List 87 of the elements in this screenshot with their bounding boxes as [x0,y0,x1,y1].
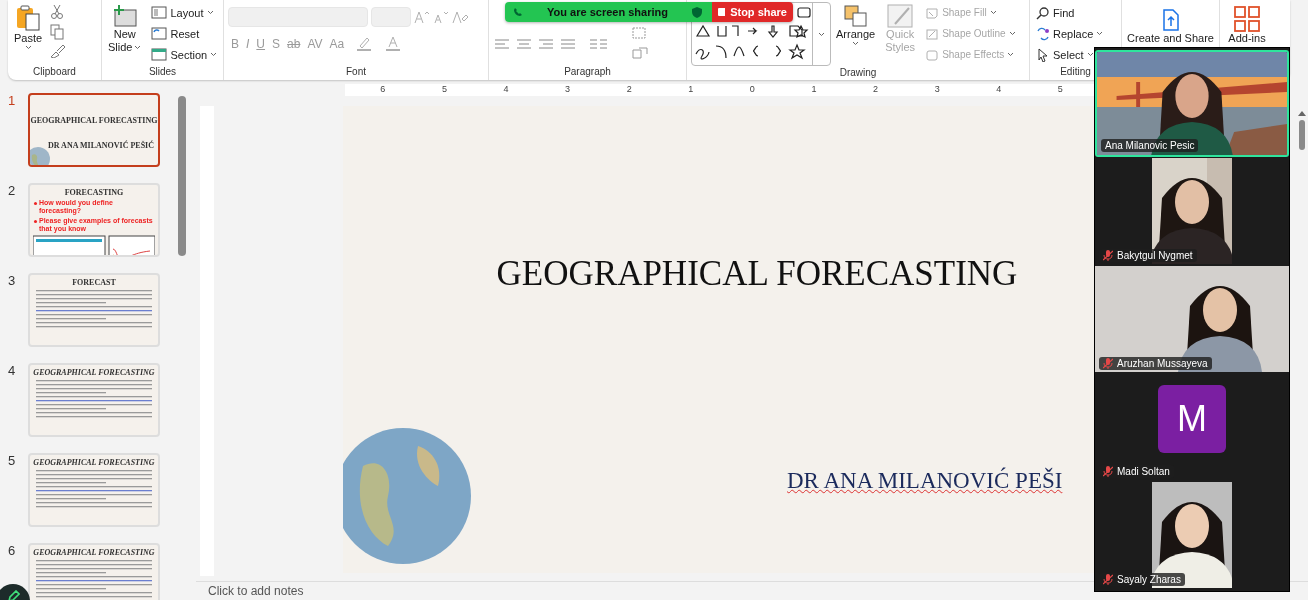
slide-thumbnail[interactable]: GEOGRAPHICAL FORECASTING [28,543,160,600]
slide-number: 5 [8,453,17,468]
layout-icon [151,5,168,20]
video-tile[interactable]: M Madi Soltan [1095,374,1289,481]
participant-name-tag: Ana Milanovic Pesic [1101,139,1199,152]
slide-thumbnail[interactable]: GEOGRAPHICAL FORECASTING [28,363,160,437]
phone-icon [513,7,523,17]
caret-icon [206,10,214,15]
shield-icon [692,6,702,18]
caret-icon [989,10,997,15]
stop-share-button[interactable]: Stop share [712,2,793,22]
caret-icon [1096,31,1104,36]
thumbnail-title: GEOGRAPHICAL FORECASTING [33,458,155,467]
search-icon [1036,5,1050,20]
slide-thumbnail[interactable]: GEOGRAPHICAL FORECASTING DR ANA MILANOVIĆ PEŠIĆ [28,93,160,167]
group-label: Editing [1059,65,1092,79]
slide-number: 6 [8,543,17,558]
arrange-button[interactable]: Arrange [834,2,878,48]
clear-format-icon[interactable] [452,10,468,24]
slides-menu-button[interactable]: Reset [149,23,220,44]
avatar: M [1158,385,1226,453]
caret-icon [210,52,218,57]
editing-button[interactable]: Replace [1034,23,1106,44]
copy-icon[interactable] [50,24,65,40]
slides-menu-button[interactable]: Layout [149,2,220,23]
slide-title: GEOGRAPHICAL FORECASTING [496,254,1018,294]
group-label: Paragraph [563,65,612,79]
reset-icon [151,26,168,41]
video-tile[interactable]: Aruzhan Mussayeva [1095,266,1289,373]
slides-menu-button[interactable]: Section [149,44,220,65]
caret-icon [852,41,860,46]
brush-icon [887,4,914,28]
video-tile[interactable]: Ana Milanovic Pesic [1095,50,1289,157]
square-icon [925,47,940,62]
scroll-up-icon[interactable] [1298,110,1306,116]
thumbnail-title: FORECAST [72,278,116,287]
scissors-icon[interactable] [50,4,65,20]
thumbnail-title: FORECASTING [64,188,124,197]
clipboard-icon [15,4,42,32]
more-icon [818,31,825,37]
slide-thumbnail[interactable]: GEOGRAPHICAL FORECASTING [28,453,160,527]
text-box-icon[interactable] [631,26,649,40]
sharing-message: You are screen sharing [547,6,668,18]
caret-icon [1086,52,1094,57]
slide-thumbnail[interactable]: FORECAST [28,273,160,347]
slide-number: 3 [8,273,17,288]
create-share-button[interactable]: Create and Share [1126,2,1215,47]
slide-number: 2 [8,183,17,198]
smartart-icon[interactable] [631,46,649,60]
editing-button[interactable]: Find [1034,2,1106,23]
thumbnail-title: GEOGRAPHICAL FORECASTING [33,548,155,557]
scrollbar-thumb[interactable] [1299,120,1305,150]
brush-icon[interactable] [50,44,67,58]
bullet-icon [34,220,37,223]
caret-icon [1007,52,1015,57]
add-ins-button[interactable]: Add-ins [1224,2,1270,47]
caret-icon [24,45,32,50]
thumbnail-title: GEOGRAPHICAL FORECASTING [33,368,155,377]
caret-icon [1008,31,1016,36]
new-slide-icon [111,4,138,28]
font-size-field[interactable] [371,7,411,27]
grid-icon [1234,6,1260,32]
group-label: Clipboard [32,65,77,79]
horizontal-ruler: 6 5 4 3 2 1 0 1 2 3 4 5 [345,84,1095,96]
replace-icon [1036,26,1050,41]
section-icon [151,47,168,62]
arrange-icon [842,4,869,28]
paste-button[interactable]: Paste [12,2,45,52]
slide-number: 4 [8,363,17,378]
new-slide-button[interactable]: New Slide [106,2,144,56]
slide-number: 1 [8,93,17,108]
shrink-font-icon[interactable] [433,10,449,24]
font-name-field[interactable] [228,7,368,27]
thumbnail-title: GEOGRAPHICAL FORECASTING [30,116,158,125]
caret-icon [134,45,142,50]
slide-subtitle: DR ANA MILANOVIĆ PEŠI [787,468,1063,494]
group-label: Drawing [838,66,878,80]
stop-icon [718,8,726,16]
thumbnail-subtitle: DR ANA MILANOVIĆ PEŠIĆ [48,141,154,150]
grow-font-icon[interactable] [414,10,430,24]
group-label: Slides [147,65,178,79]
pointer-icon [1036,47,1050,62]
bullet-icon [34,202,37,205]
participant-name-tag: Aruzhan Mussayeva [1099,357,1212,370]
scrollbar-thumb[interactable] [178,96,186,256]
video-tile[interactable]: Bakytgul Nygmet [1095,158,1289,265]
group-label: Font [345,65,367,79]
